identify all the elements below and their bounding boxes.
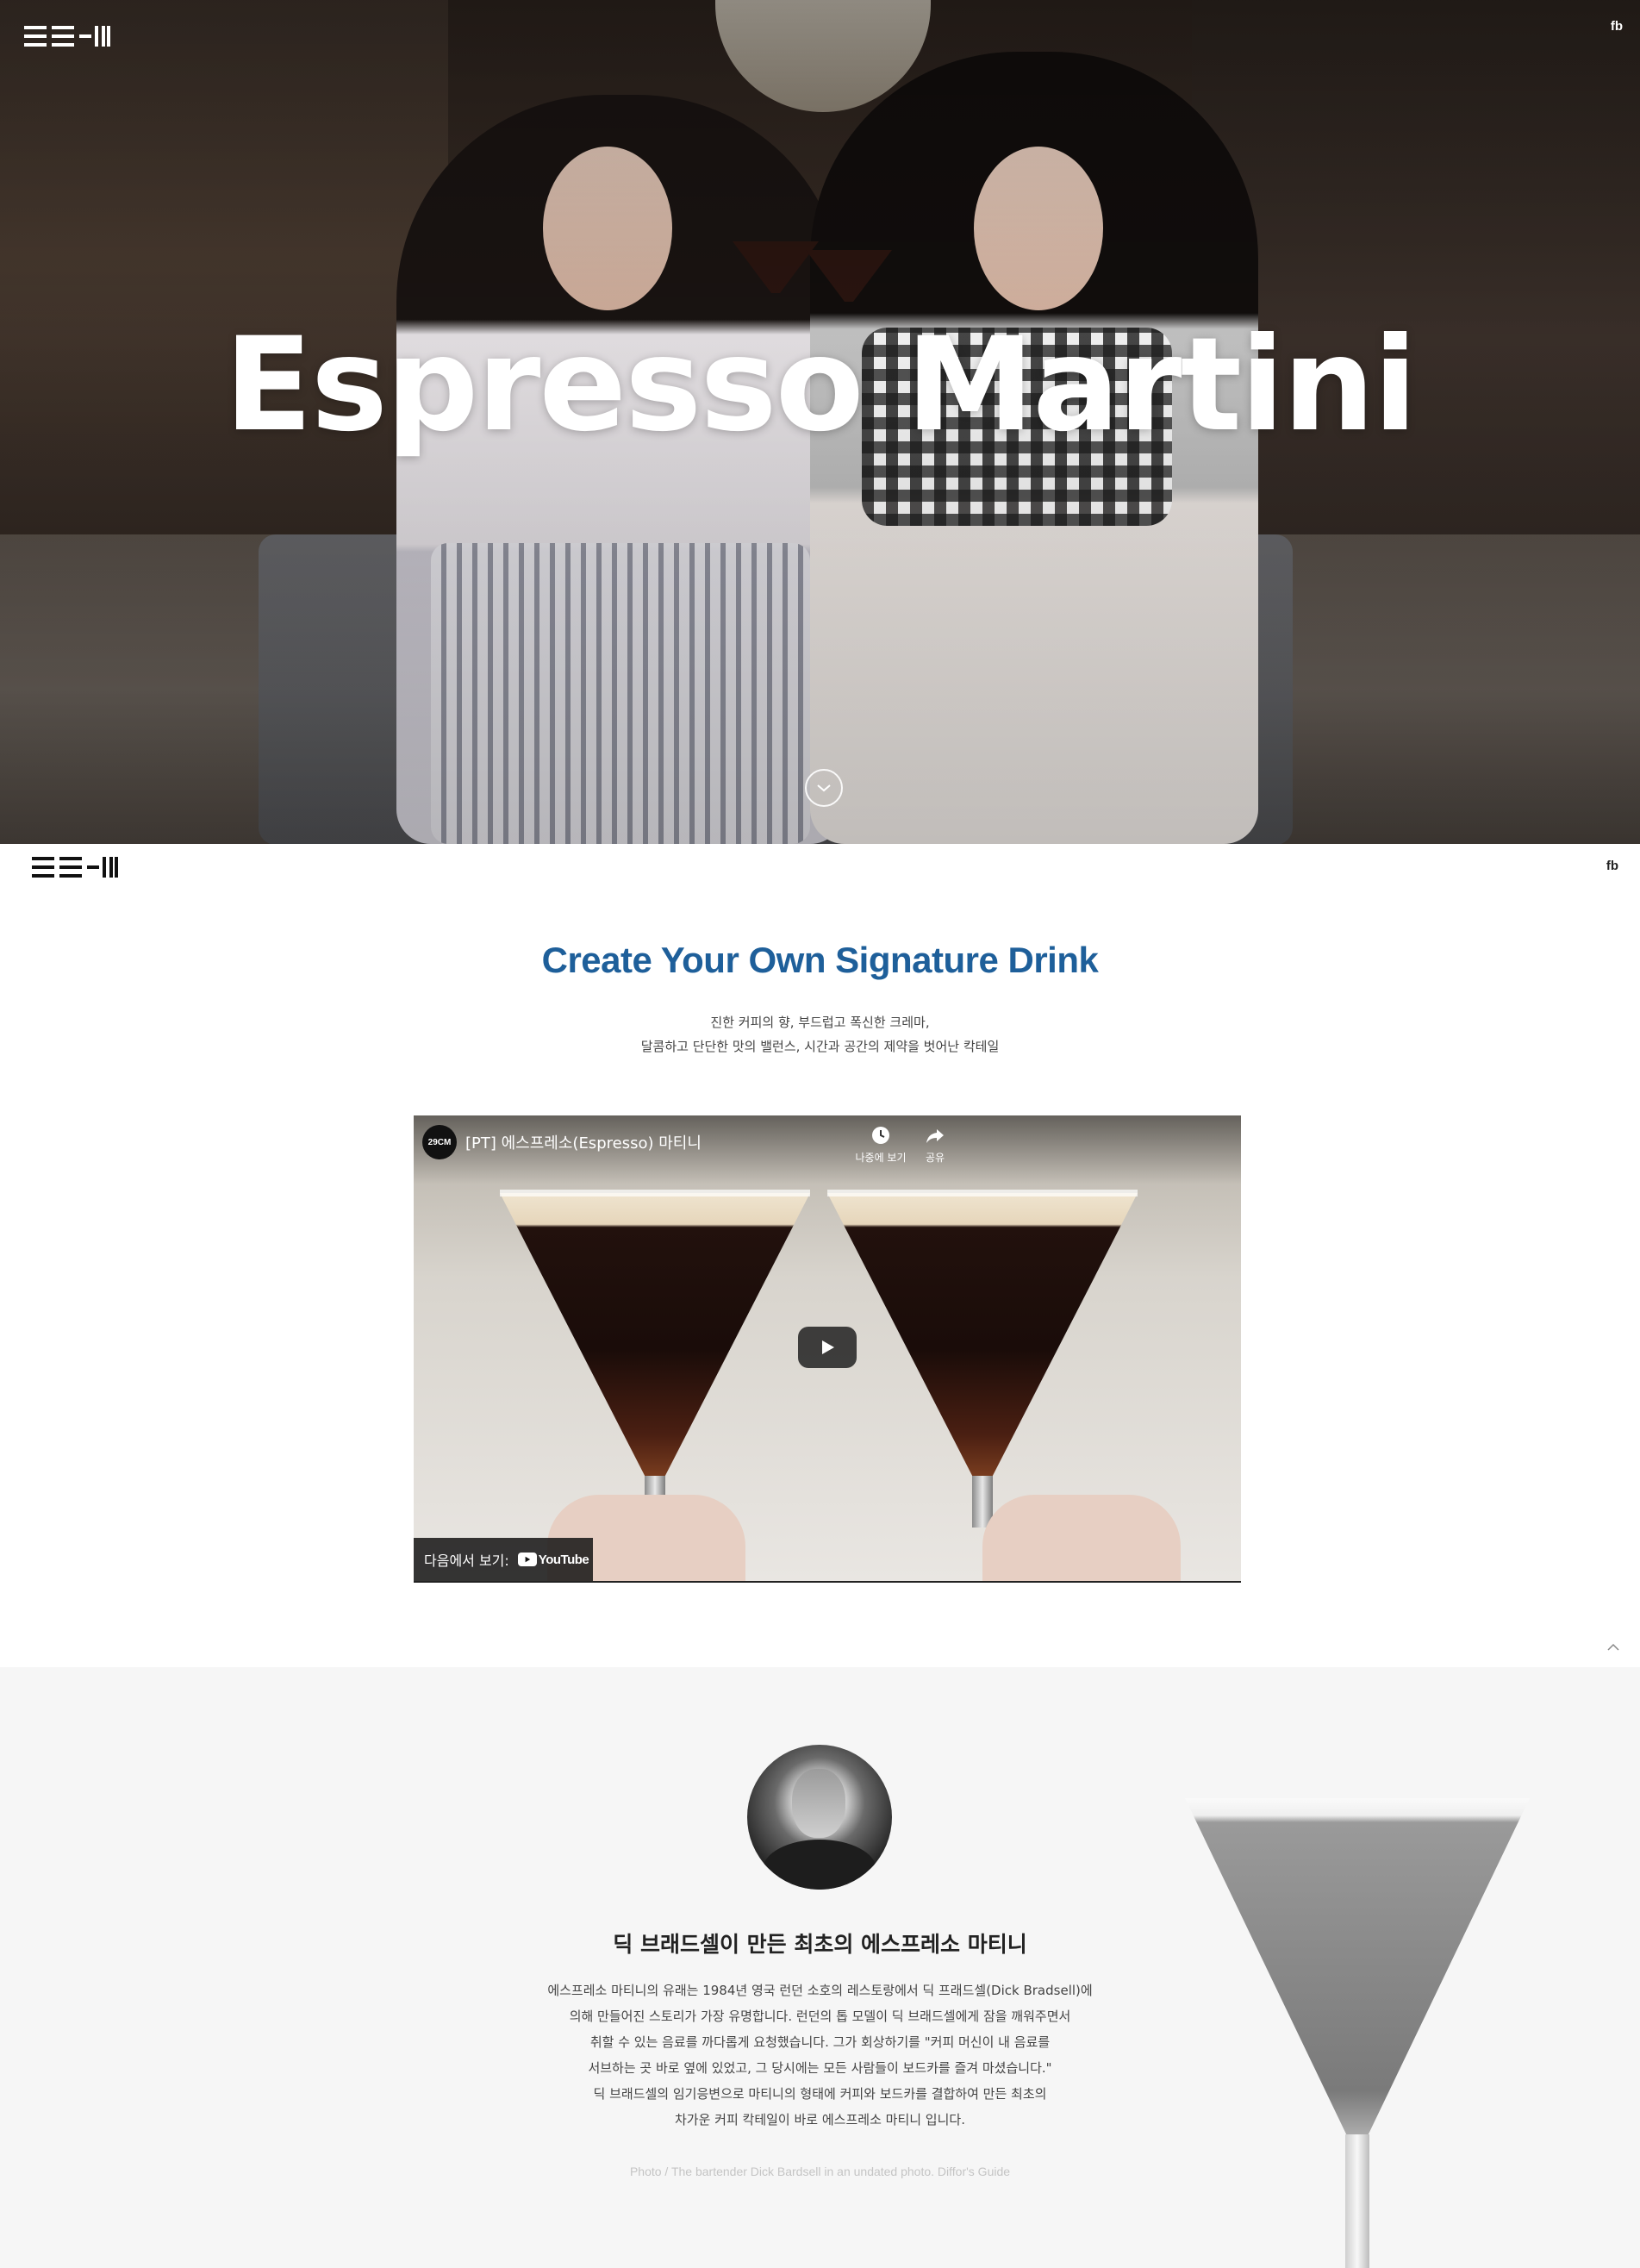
youtube-video-embed[interactable]: 29CM [PT] 에스프레소(Espresso) 마티니 나중에 보기 공유 … <box>414 1115 1241 1583</box>
story-body: 에스프레소 마티니의 유래는 1984년 영국 런던 소호의 레스토랑에서 딕 … <box>0 1977 1640 2133</box>
nav-brand-logo[interactable] <box>32 857 118 878</box>
dick-bradsell-portrait <box>747 1745 892 1890</box>
story-line: 의해 만들어진 스토리가 가장 유명합니다. 런던의 톱 모델이 딕 브래드셀에… <box>569 2009 1071 2024</box>
intro-description: 진한 커피의 향, 부드럽고 폭신한 크레마, 달콤하고 단단한 맛의 밸런스,… <box>0 1010 1640 1059</box>
youtube-play-icon <box>517 1553 537 1566</box>
hero-section: fb Espresso Martini <box>0 0 1640 844</box>
story-title: 딕 브래드셀이 만든 최초의 에스프레소 마티니 <box>613 1932 1027 1957</box>
hero-title: Espresso Martini <box>224 310 1417 460</box>
watch-on-label: 다음에서 보기: <box>424 1553 509 1569</box>
clock-icon <box>872 1127 889 1144</box>
share-button[interactable]: 공유 <box>909 1126 961 1165</box>
story-line: 취할 수 있는 음료를 까다롭게 요청했습니다. 그가 회상하기를 "커피 머신… <box>589 2034 1051 2050</box>
watch-later-label: 나중에 보기 <box>855 1152 907 1164</box>
brand-logo[interactable] <box>24 26 110 47</box>
intro-title: Create Your Own Signature Drink <box>541 940 1099 980</box>
chevron-down-icon <box>817 784 831 792</box>
watch-later-button[interactable]: 나중에 보기 <box>855 1126 907 1165</box>
story-line: 서브하는 곳 바로 옆에 있었고, 그 당시에는 모든 사람들이 보드카를 즐겨… <box>588 2060 1052 2076</box>
youtube-wordmark: YouTube <box>538 1552 589 1567</box>
share-label: 공유 <box>925 1152 945 1164</box>
facebook-link[interactable]: fb <box>1611 19 1623 34</box>
photo-credit: Photo / The bartender Dick Bardsell in a… <box>629 2165 1011 2178</box>
intro-line: 달콤하고 단단한 맛의 밸런스, 시간과 공간의 제약을 벗어난 칵테일 <box>640 1039 1000 1054</box>
story-line: 차가운 커피 칵테일이 바로 에스프레소 마티니 입니다. <box>675 2112 965 2127</box>
watch-on-youtube-button[interactable]: 다음에서 보기: YouTube <box>414 1538 593 1581</box>
intro-line: 진한 커피의 향, 부드럽고 폭신한 크레마, <box>710 1015 930 1030</box>
channel-avatar[interactable]: 29CM <box>422 1125 457 1159</box>
youtube-logo: YouTube <box>517 1552 589 1567</box>
chevron-up-icon[interactable] <box>1606 1643 1620 1652</box>
play-icon <box>822 1340 834 1354</box>
scroll-down-button[interactable] <box>805 769 843 807</box>
story-line: 딕 브래드셀의 임기응변으로 마티니의 형태에 커피와 보드카를 결합하여 만든… <box>593 2086 1047 2102</box>
video-hand-right <box>982 1495 1181 1581</box>
nav-facebook-link[interactable]: fb <box>1606 859 1618 873</box>
story-line: 에스프레소 마티니의 유래는 1984년 영국 런던 소호의 레스토랑에서 딕 … <box>547 1983 1093 1998</box>
play-button[interactable] <box>798 1327 857 1368</box>
share-icon <box>926 1129 944 1143</box>
video-title-link[interactable]: [PT] 에스프레소(Espresso) 마티니 <box>465 1131 702 1153</box>
